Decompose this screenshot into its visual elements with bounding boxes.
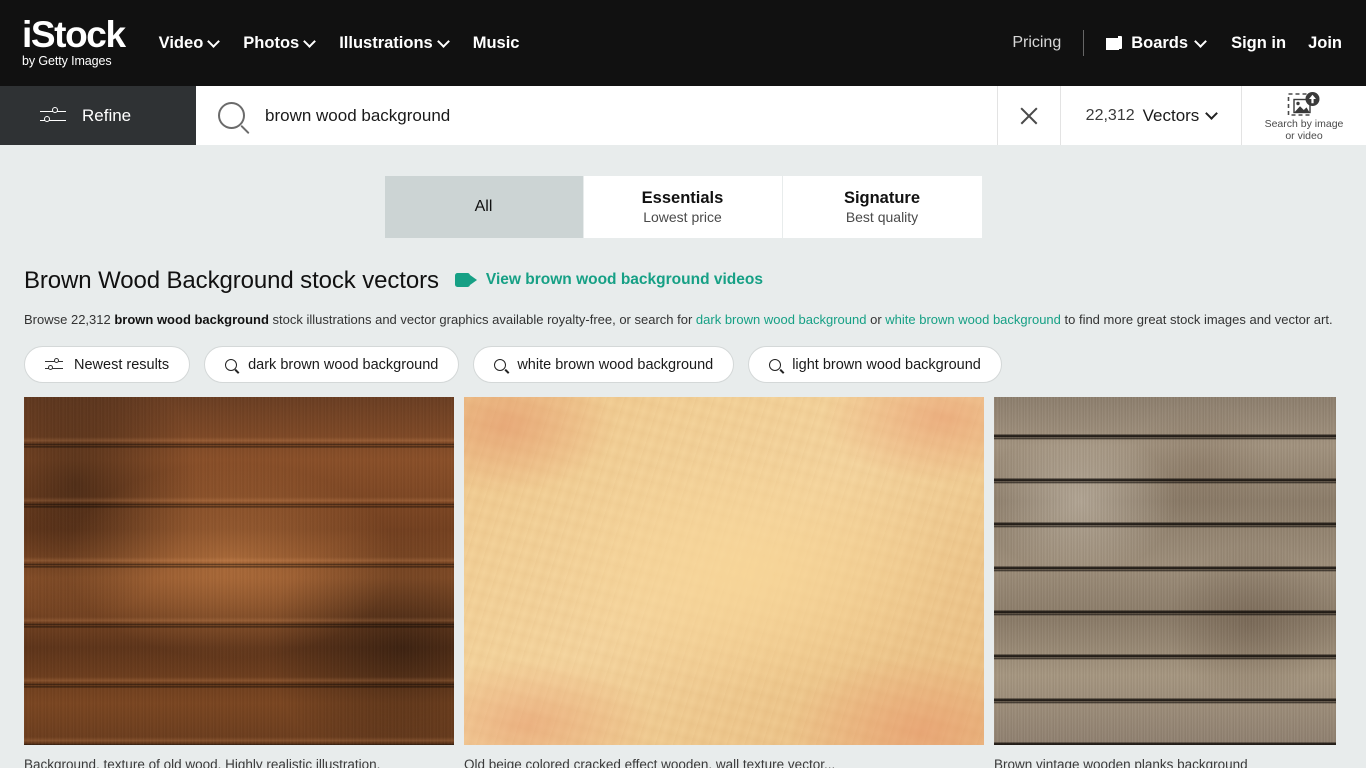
pill-white-brown-wood-background[interactable]: white brown wood background bbox=[473, 346, 735, 383]
nav-item-boards-label: Boards bbox=[1131, 33, 1189, 52]
result-item: Background, texture of old wood. Highly … bbox=[24, 397, 454, 768]
nav-item-video-label: Video bbox=[158, 33, 204, 52]
search-bar: Refine 22,312 Vectors Search by image or… bbox=[0, 86, 1366, 145]
nav-item-pricing[interactable]: Pricing bbox=[1012, 34, 1083, 52]
asset-type-dropdown[interactable]: 22,312 Vectors bbox=[1060, 86, 1242, 145]
nav-divider bbox=[1083, 30, 1085, 56]
search-by-image-button[interactable]: Search by image or video bbox=[1242, 86, 1366, 145]
pill-light-brown-label: light brown wood background bbox=[792, 356, 981, 373]
clear-search-button[interactable] bbox=[998, 86, 1060, 145]
image-upload-icon bbox=[1287, 91, 1321, 118]
search-icon bbox=[769, 358, 782, 371]
top-navigation-bar: iStock by Getty Images Video Photos Illu… bbox=[0, 0, 1366, 86]
chevron-down-icon bbox=[209, 37, 218, 46]
content-tier-tabs-row: All Essentials Lowest price Signature Be… bbox=[0, 145, 1366, 238]
pill-dark-brown-label: dark brown wood background bbox=[248, 356, 439, 373]
description-conjunction: or bbox=[866, 312, 886, 327]
filter-pills-row: Newest results dark brown wood backgroun… bbox=[24, 346, 1342, 383]
asset-type-label: Vectors bbox=[1142, 105, 1200, 125]
description-link-dark[interactable]: dark brown wood background bbox=[696, 312, 867, 327]
search-by-image-line-1: Search by image bbox=[1264, 118, 1344, 130]
nav-item-boards[interactable]: Boards bbox=[1106, 34, 1231, 53]
pill-newest-results[interactable]: Newest results bbox=[24, 346, 191, 383]
nav-item-photos-label: Photos bbox=[243, 33, 300, 52]
sign-in-button[interactable]: Sign in bbox=[1231, 34, 1308, 53]
pill-light-brown-wood-background[interactable]: light brown wood background bbox=[748, 346, 1002, 383]
description-prefix: Browse 22,312 bbox=[24, 312, 115, 327]
page-title: Brown Wood Background stock vectors bbox=[24, 267, 439, 294]
nav-item-music-label: Music bbox=[472, 33, 520, 52]
nav-item-video[interactable]: Video bbox=[159, 34, 219, 53]
result-item: Old beige colored cracked effect wooden,… bbox=[464, 397, 984, 768]
nav-item-photos[interactable]: Photos bbox=[243, 34, 314, 53]
result-thumbnail[interactable] bbox=[464, 397, 984, 745]
pill-white-brown-label: white brown wood background bbox=[517, 356, 714, 373]
istock-logo[interactable]: iStock by Getty Images bbox=[22, 14, 126, 69]
secondary-nav-links: Pricing Boards Sign in Join bbox=[1012, 30, 1342, 56]
video-camera-icon bbox=[454, 273, 477, 287]
refine-button[interactable]: Refine bbox=[0, 86, 196, 145]
result-thumbnail[interactable] bbox=[24, 397, 454, 745]
search-by-image-line-2: or video bbox=[1285, 129, 1323, 142]
view-videos-link[interactable]: View brown wood background videos bbox=[454, 271, 763, 289]
results-grid: Background, texture of old wood. Highly … bbox=[24, 397, 1342, 768]
tab-signature-sublabel: Best quality bbox=[845, 209, 919, 225]
pill-newest-results-label: Newest results bbox=[74, 356, 170, 373]
tab-essentials-label: Essentials bbox=[641, 189, 724, 207]
chevron-down-icon bbox=[1196, 37, 1205, 46]
tab-all-label: All bbox=[474, 198, 493, 215]
logo-wordmark: iStock bbox=[22, 14, 126, 55]
chevron-down-icon bbox=[1207, 109, 1216, 118]
search-input[interactable] bbox=[265, 105, 997, 126]
description-middle: stock illustrations and vector graphics … bbox=[268, 312, 696, 327]
result-thumbnail[interactable] bbox=[994, 397, 1336, 745]
sliders-icon bbox=[45, 357, 63, 372]
search-icon bbox=[218, 102, 245, 129]
pill-dark-brown-wood-background[interactable]: dark brown wood background bbox=[204, 346, 460, 383]
search-icon bbox=[225, 358, 238, 371]
result-caption[interactable]: Brown vintage wooden planks background bbox=[994, 755, 1336, 768]
chevron-down-icon bbox=[439, 37, 448, 46]
search-input-container[interactable] bbox=[196, 86, 998, 145]
tab-essentials-sublabel: Lowest price bbox=[643, 209, 722, 225]
tab-signature[interactable]: Signature Best quality bbox=[782, 176, 982, 238]
close-icon bbox=[1019, 106, 1039, 126]
results-title-row: Brown Wood Background stock vectors View… bbox=[24, 267, 1342, 295]
nav-item-illustrations-label: Illustrations bbox=[339, 33, 433, 52]
chevron-down-icon bbox=[305, 37, 314, 46]
result-item: Brown vintage wooden planks background V… bbox=[994, 397, 1336, 768]
description-link-white[interactable]: white brown wood background bbox=[885, 312, 1061, 327]
nav-item-music[interactable]: Music bbox=[473, 34, 520, 53]
description-bold-term: brown wood background bbox=[114, 312, 269, 327]
results-description: Browse 22,312 brown wood background stoc… bbox=[24, 311, 1342, 329]
search-by-image-caption: Search by image or video bbox=[1264, 118, 1344, 142]
description-suffix: to find more great stock images and vect… bbox=[1060, 312, 1333, 327]
boards-icon bbox=[1106, 35, 1123, 51]
view-videos-link-label: View brown wood background videos bbox=[485, 271, 763, 288]
nav-item-illustrations[interactable]: Illustrations bbox=[339, 34, 448, 53]
asset-count-value: 22,312 bbox=[1085, 106, 1135, 124]
search-icon bbox=[494, 358, 507, 371]
refine-label: Refine bbox=[82, 105, 132, 125]
logo-tagline: by Getty Images bbox=[22, 54, 112, 68]
result-caption[interactable]: Background, texture of old wood. Highly … bbox=[24, 755, 454, 768]
content-tier-tabs: All Essentials Lowest price Signature Be… bbox=[384, 176, 982, 238]
tab-essentials[interactable]: Essentials Lowest price bbox=[583, 176, 783, 238]
tab-all[interactable]: All bbox=[384, 176, 584, 238]
primary-nav-links: Video Photos Illustrations Music bbox=[159, 34, 520, 53]
results-content: Brown Wood Background stock vectors View… bbox=[0, 267, 1366, 768]
tab-signature-label: Signature bbox=[843, 189, 921, 207]
join-button[interactable]: Join bbox=[1308, 34, 1342, 53]
result-caption[interactable]: Old beige colored cracked effect wooden,… bbox=[464, 755, 984, 768]
sliders-icon bbox=[40, 107, 66, 125]
